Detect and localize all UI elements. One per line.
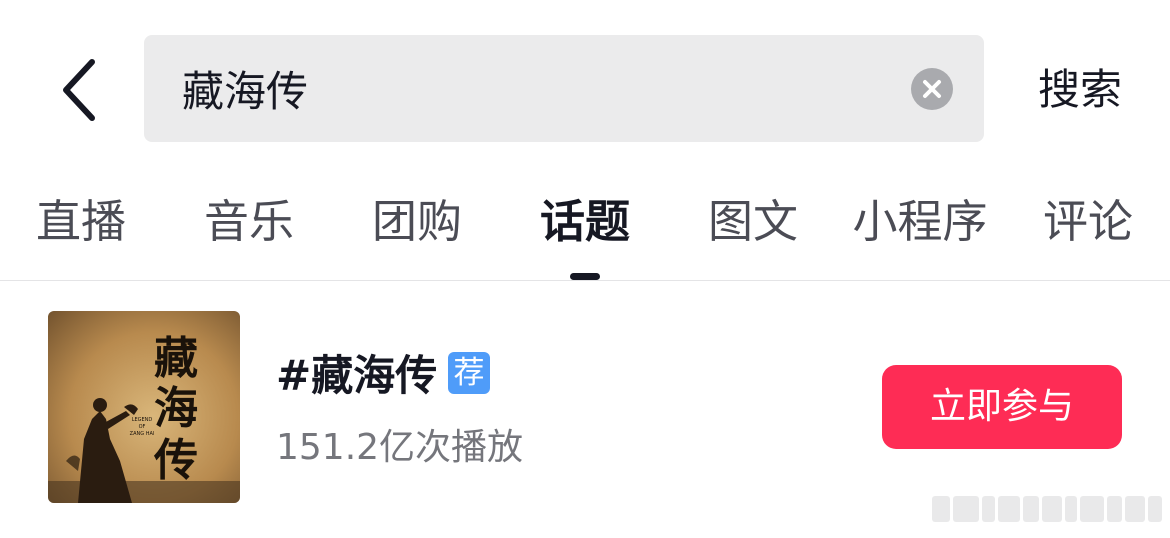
join-topic-button[interactable]: 立即参与 — [882, 365, 1122, 449]
close-icon — [923, 80, 941, 98]
svg-text:ZANG HAI: ZANG HAI — [130, 431, 155, 437]
tab-image-text[interactable]: 图文 — [705, 190, 801, 254]
topic-result[interactable]: 藏 海 传 LEGEND OF ZANG HAI #藏海传 荐 151.2亿次播… — [0, 290, 1170, 520]
tab-live[interactable]: 直播 — [33, 190, 129, 254]
svg-text:传: 传 — [153, 435, 198, 486]
search-bar[interactable] — [144, 35, 984, 142]
topic-title[interactable]: #藏海传 — [276, 346, 437, 406]
chevron-left-icon — [63, 58, 95, 121]
tabs-divider — [0, 280, 1170, 281]
svg-text:LEGEND: LEGEND — [132, 417, 153, 423]
back-button[interactable] — [50, 52, 110, 127]
tab-group-buy[interactable]: 团购 — [369, 190, 465, 254]
clear-search-button[interactable] — [911, 68, 953, 110]
topic-cover-image: 藏 海 传 LEGEND OF ZANG HAI — [48, 311, 240, 503]
category-tabs: 直播 音乐 团购 话题 图文 小程序 评论 — [0, 190, 1170, 270]
tab-topics[interactable]: 话题 — [537, 190, 633, 254]
search-input[interactable] — [182, 35, 882, 142]
tab-music[interactable]: 音乐 — [201, 190, 297, 254]
watermark — [932, 492, 1162, 526]
svg-text:海: 海 — [154, 383, 198, 434]
svg-text:OF: OF — [139, 424, 146, 430]
tab-mini-program[interactable]: 小程序 — [848, 190, 992, 254]
active-tab-indicator — [570, 273, 600, 280]
search-button[interactable]: 搜索 — [1030, 62, 1130, 118]
tab-comments[interactable]: 评论 — [1040, 190, 1136, 254]
topic-view-count: 151.2亿次播放 — [276, 427, 524, 468]
svg-text:藏: 藏 — [154, 333, 198, 384]
recommended-badge: 荐 — [448, 352, 490, 394]
